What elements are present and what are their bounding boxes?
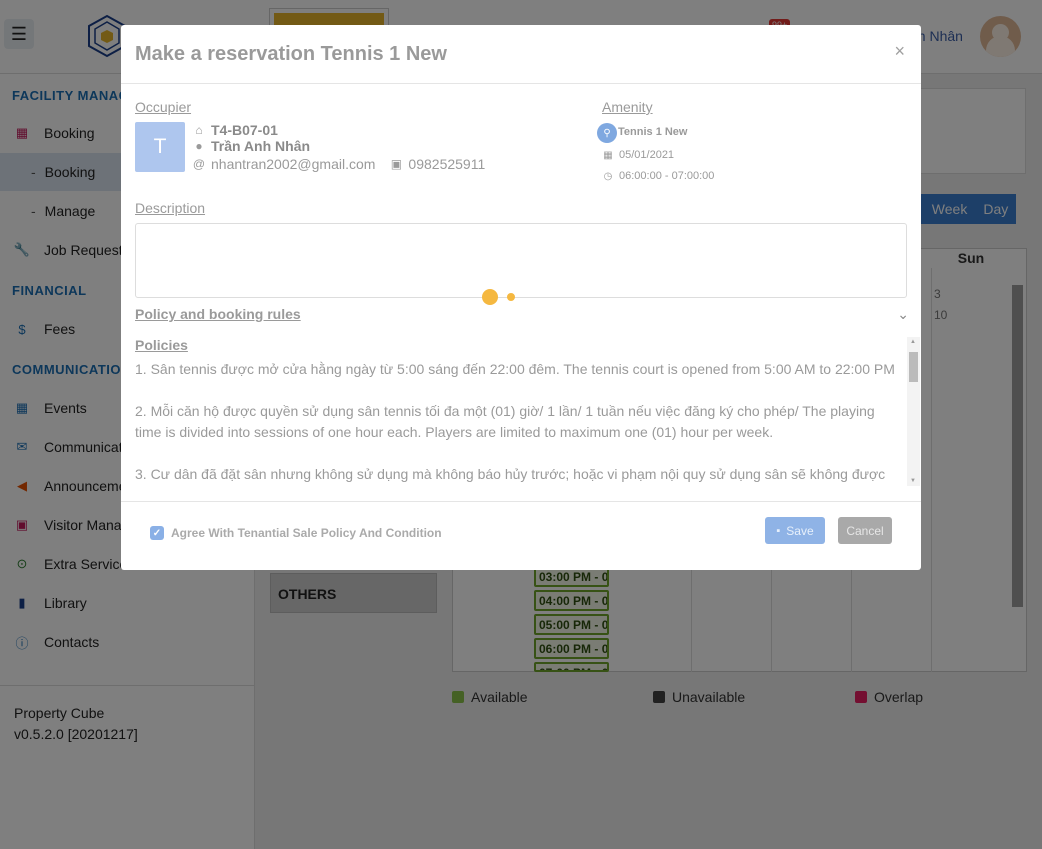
amenity-time: ◷ 06:00:00 - 07:00:00 bbox=[602, 170, 715, 182]
user-circle-icon: ● bbox=[195, 139, 203, 153]
policy-scrollbar[interactable]: ▲ ▼ bbox=[907, 337, 920, 486]
amenity-time-text: 06:00:00 - 07:00:00 bbox=[619, 170, 715, 182]
modal-title: Make a reservation Tennis 1 New bbox=[135, 43, 447, 65]
scroll-down-icon[interactable]: ▼ bbox=[910, 478, 916, 484]
search-icon[interactable]: ⚲ bbox=[597, 123, 617, 143]
occupier-unit: ⌂ T4-B07-01 bbox=[192, 122, 278, 138]
amenity-date: ▦ 05/01/2021 bbox=[602, 149, 674, 161]
modal-footer: ✓ Agree With Tenantial Sale Policy And C… bbox=[121, 501, 921, 570]
close-button[interactable]: × bbox=[894, 41, 905, 65]
at-icon: @ bbox=[192, 157, 206, 171]
policy-paragraph: 3. Cư dân đã đặt sân nhưng không sử dụng… bbox=[135, 466, 886, 482]
occupier-contact: @ nhantran2002@gmail.com ▣ 0982525911 bbox=[192, 156, 485, 172]
amenity-name: Tennis 1 New bbox=[618, 126, 688, 138]
agree-checkbox-row[interactable]: ✓ Agree With Tenantial Sale Policy And C… bbox=[150, 526, 442, 540]
clock-icon: ◷ bbox=[603, 170, 613, 182]
policy-paragraph: 1. Sân tennis được mở cửa hằng ngày từ 5… bbox=[135, 361, 895, 377]
occupier-name-text: Trần Anh Nhân bbox=[211, 138, 311, 154]
occupier-avatar: T bbox=[135, 122, 185, 172]
save-label: Save bbox=[786, 523, 814, 538]
policy-header-label: Policy and booking rules bbox=[135, 306, 301, 322]
scroll-up-icon[interactable]: ▲ bbox=[910, 339, 916, 345]
occupier-unit-text: T4-B07-01 bbox=[211, 122, 278, 138]
policy-text: 1. Sân tennis được mở cửa hằng ngày từ 5… bbox=[135, 359, 895, 485]
occupier-name: ● Trần Anh Nhân bbox=[192, 138, 310, 154]
calendar-icon: ▦ bbox=[603, 149, 613, 161]
policy-paragraph: 2. Mỗi căn hộ được quyền sử dụng sân ten… bbox=[135, 403, 875, 440]
occupier-label: Occupier bbox=[135, 99, 192, 115]
scroll-thumb[interactable] bbox=[909, 352, 918, 382]
amenity-date-text: 05/01/2021 bbox=[619, 149, 675, 161]
description-textarea[interactable] bbox=[135, 223, 907, 298]
occupier-phone: 0982525911 bbox=[408, 156, 486, 172]
cancel-button[interactable]: Cancel bbox=[838, 517, 892, 544]
policy-accordion-header[interactable]: Policy and booking rules ⌄ bbox=[135, 306, 909, 323]
home-icon: ⌂ bbox=[195, 123, 203, 137]
phone-icon: ▣ bbox=[390, 157, 403, 171]
amenity-label: Amenity bbox=[602, 99, 653, 115]
description-label: Description bbox=[135, 200, 206, 216]
save-button[interactable]: ▪ Save bbox=[765, 517, 825, 544]
agree-label: Agree With Tenantial Sale Policy And Con… bbox=[171, 526, 442, 540]
occupier-email: nhantran2002@gmail.com bbox=[211, 156, 376, 172]
save-icon: ▪ bbox=[776, 524, 781, 537]
agree-checkbox[interactable]: ✓ bbox=[150, 526, 164, 540]
chevron-down-icon: ⌄ bbox=[897, 306, 909, 322]
reservation-modal: Make a reservation Tennis 1 New × Occupi… bbox=[121, 25, 921, 570]
policies-label: Policies bbox=[135, 337, 188, 353]
modal-header: Make a reservation Tennis 1 New × bbox=[121, 25, 921, 84]
